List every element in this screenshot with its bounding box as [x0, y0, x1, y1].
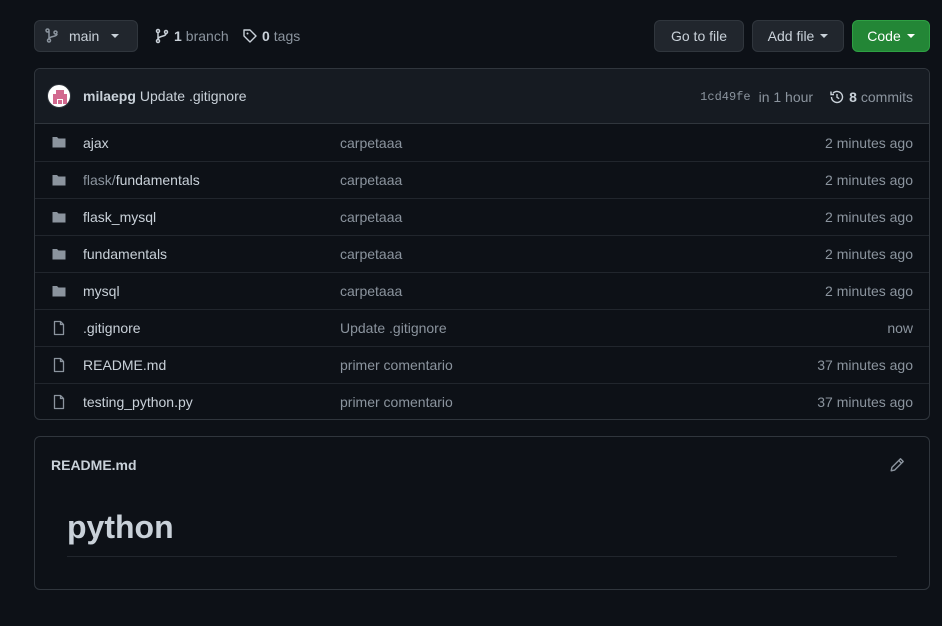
folder-icon: [52, 286, 66, 297]
file-commit-message[interactable]: carpetaaa: [340, 209, 402, 225]
file-name: ajax: [83, 134, 109, 151]
tags-count: 0: [262, 28, 270, 44]
file-name-link[interactable]: flask_mysql: [83, 209, 156, 225]
branches-count: 1: [174, 28, 182, 44]
file-name-link[interactable]: ajax: [83, 135, 109, 151]
file-name-link[interactable]: flask/fundamentals: [83, 172, 200, 188]
file-name: fundamentals: [83, 246, 168, 262]
file-name: README.md: [83, 357, 167, 373]
commits-count: 8: [849, 88, 857, 105]
file-row[interactable]: flask_mysql carpetaaa 2 minutes ago: [35, 198, 929, 235]
git-branch-icon: [155, 28, 169, 44]
file-name-link[interactable]: README.md: [83, 357, 166, 373]
file-name: testing_python.py: [83, 394, 193, 410]
file-commit-message[interactable]: Update .gitignore: [340, 320, 447, 336]
readme-panel: README.md python: [34, 436, 930, 590]
file-commit-age: 2 minutes ago: [825, 246, 913, 262]
commit-author[interactable]: milaepg: [83, 88, 136, 104]
commits-history-link[interactable]: 8 commits: [829, 89, 913, 105]
file-commit-age: 2 minutes ago: [825, 134, 913, 151]
file-commit-message[interactable]: carpetaaa: [340, 283, 402, 299]
tags-link[interactable]: 0 tags: [242, 20, 300, 52]
avatar[interactable]: [47, 84, 71, 108]
file-row[interactable]: README.md primer comentario 37 minutes ago: [35, 346, 929, 383]
file-commit-age: 2 minutes ago: [825, 283, 913, 299]
latest-commit-bar: milaepg Update .gitignore 1cd49fe in 1 h…: [35, 69, 929, 124]
chevron-down-icon: [820, 34, 829, 38]
identicon-icon: [53, 90, 67, 104]
file-row[interactable]: flask/fundamentals carpetaaa 2 minutes ago: [35, 161, 929, 198]
file-row[interactable]: mysql carpetaaa 2 minutes ago: [35, 272, 929, 309]
file-row[interactable]: ajax carpetaaa 2 minutes ago: [35, 124, 929, 161]
commit-sha[interactable]: 1cd49fe: [700, 90, 750, 104]
folder-icon: [52, 212, 66, 223]
go-to-file-label: Go to file: [670, 28, 728, 44]
file-commit-message[interactable]: carpetaaa: [340, 172, 402, 188]
code-label: Code: [867, 28, 901, 44]
file-browser: milaepg Update .gitignore 1cd49fe in 1 h…: [34, 68, 930, 420]
add-file-label: Add file: [767, 28, 815, 44]
commits-label: commits: [860, 88, 913, 105]
file-name: fundamentals: [115, 172, 200, 188]
folder-icon: [52, 249, 66, 260]
file-name: mysql: [83, 283, 120, 299]
file-commit-message[interactable]: carpetaaa: [340, 135, 402, 151]
file-commit-message[interactable]: primer comentario: [340, 394, 453, 410]
file-icon: [53, 394, 65, 410]
file-commit-age: 37 minutes ago: [817, 357, 913, 373]
commit-time: in 1 hour: [758, 88, 814, 105]
file-commit-age: now: [887, 320, 913, 336]
file-commit-age: 2 minutes ago: [825, 209, 913, 225]
pencil-icon[interactable]: [889, 457, 905, 473]
file-name-link[interactable]: mysql: [83, 283, 120, 299]
file-name: .gitignore: [83, 320, 141, 336]
repo-top-bar: main 1 branch 0 tags Go to file Add file…: [34, 20, 930, 52]
folder-icon: [52, 137, 66, 148]
go-to-file-button[interactable]: Go to file: [654, 20, 744, 52]
file-commit-age: 37 minutes ago: [817, 394, 913, 410]
tags-label: tags: [273, 28, 301, 44]
history-icon: [830, 90, 844, 103]
folder-icon: [52, 175, 66, 186]
commit-message[interactable]: Update .gitignore: [140, 88, 247, 104]
branches-label: branch: [185, 28, 229, 44]
tag-icon: [243, 29, 257, 43]
file-row[interactable]: .gitignore Update .gitignore now: [35, 309, 929, 346]
code-button[interactable]: Code: [852, 20, 930, 52]
branches-link[interactable]: 1 branch: [154, 20, 229, 52]
file-name-link[interactable]: .gitignore: [83, 320, 141, 336]
file-name-link[interactable]: fundamentals: [83, 246, 167, 262]
file-commit-message[interactable]: primer comentario: [340, 357, 453, 373]
file-commit-age: 2 minutes ago: [825, 172, 913, 188]
file-name-link[interactable]: testing_python.py: [83, 394, 193, 410]
file-commit-message[interactable]: carpetaaa: [340, 246, 402, 262]
file-icon: [53, 357, 65, 373]
file-list: ajax carpetaaa 2 minutes ago flask/fundamen…: [35, 124, 929, 419]
file-name: flask_mysql: [83, 209, 157, 225]
file-row[interactable]: fundamentals carpetaaa 2 minutes ago: [35, 235, 929, 272]
readme-heading: python: [67, 509, 897, 557]
git-branch-icon: [45, 28, 58, 43]
readme-title[interactable]: README.md: [51, 457, 137, 473]
chevron-down-icon: [906, 34, 915, 38]
add-file-button[interactable]: Add file: [752, 20, 844, 52]
file-path-prefix: flask/: [83, 172, 116, 188]
commit-meta: 1cd49fe in 1 hour 8 commits: [700, 69, 913, 124]
file-row[interactable]: testing_python.py primer comentario 37 min…: [35, 383, 929, 419]
file-icon: [53, 320, 65, 336]
branch-name: main: [69, 28, 100, 44]
chevron-down-icon: [111, 34, 120, 38]
branch-select-button[interactable]: main: [34, 20, 138, 52]
